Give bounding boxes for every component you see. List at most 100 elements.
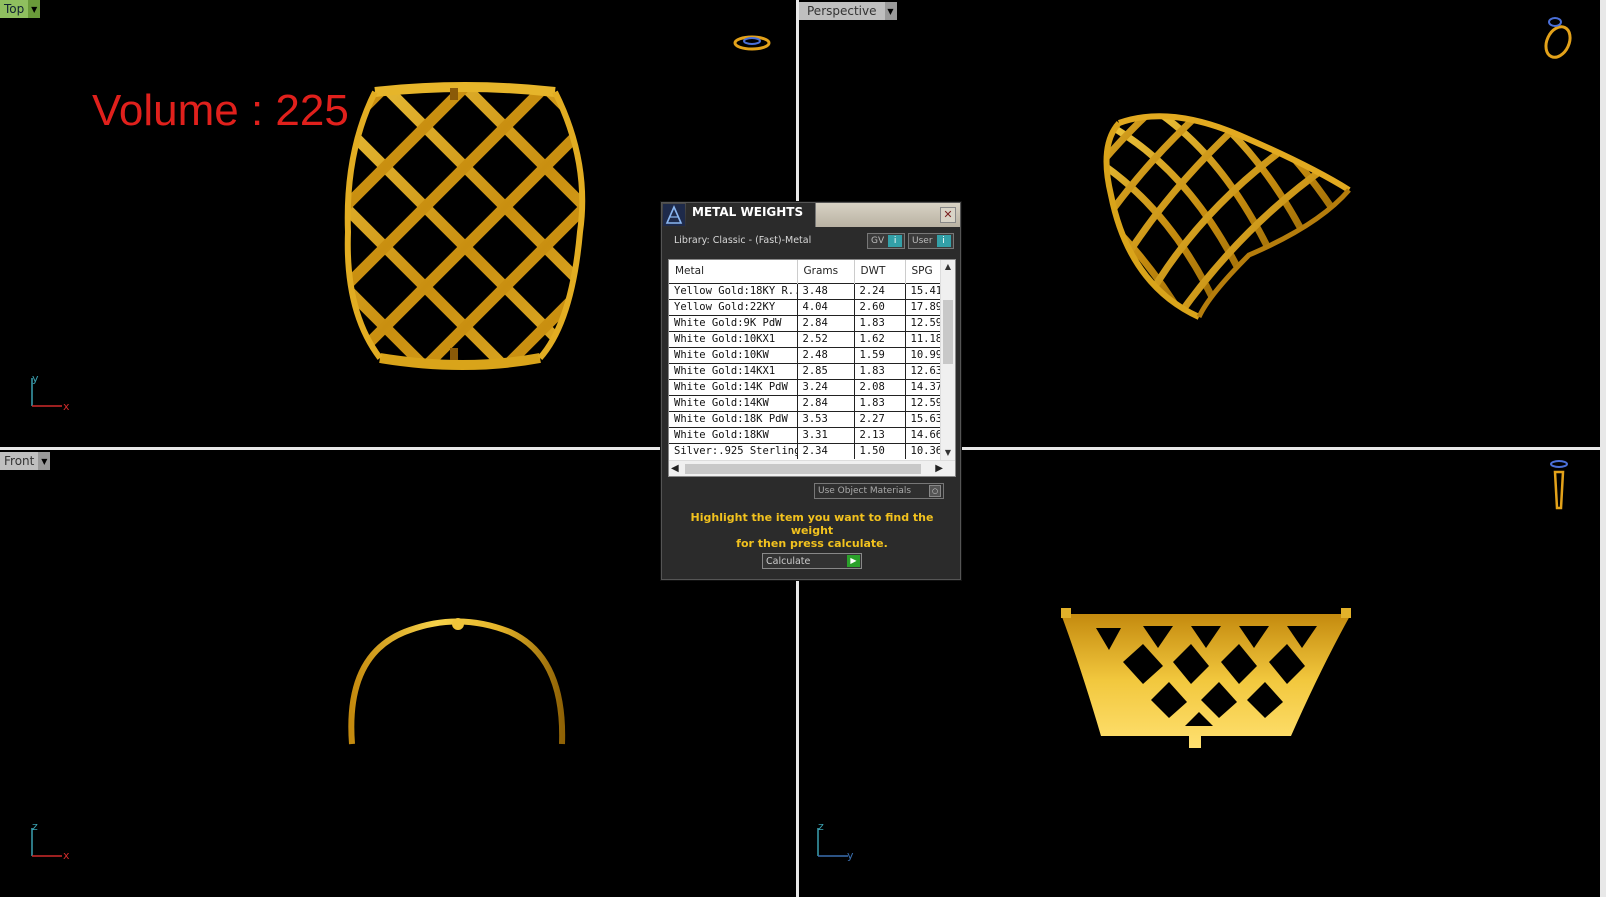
user-label: User: [912, 236, 933, 246]
app-logo-icon: [662, 203, 686, 227]
scroll-thumb[interactable]: [943, 300, 953, 364]
cell-spg: 14.66: [905, 426, 941, 443]
cell-dwt: 1.50: [854, 442, 906, 459]
column-header-dwt[interactable]: DWT: [854, 260, 906, 283]
cell-metal: White Gold:18K PdW: [669, 410, 798, 427]
table-row[interactable]: White Gold:9K PdW 2.84 1.83 12.59: [669, 314, 941, 331]
cell-grams: 3.53: [797, 410, 855, 427]
info-icon[interactable]: i: [888, 235, 903, 247]
axis-z-label: z: [818, 820, 824, 833]
table-row[interactable]: White Gold:14KX1 2.85 1.83 12.63: [669, 362, 941, 379]
ring-side-view: [1061, 608, 1351, 748]
metals-table: Metal Grams DWT SPG Yellow Gold:18KY R..…: [669, 260, 941, 459]
view-cube-ring-icon[interactable]: [1541, 14, 1575, 62]
table-row[interactable]: White Gold:14K PdW 3.24 2.08 14.37: [669, 378, 941, 395]
calculate-button[interactable]: Calculate ▶: [762, 553, 862, 569]
cell-grams: 2.84: [797, 394, 855, 411]
cad-workspace: Top ▼ Volume : 225 y x Perspective ▼ Fro…: [0, 0, 1606, 897]
cell-spg: 10.99: [905, 346, 941, 363]
cell-dwt: 1.59: [854, 346, 906, 363]
cell-grams: 2.84: [797, 314, 855, 331]
viewport-top-label-text: Top: [4, 2, 25, 16]
table-row[interactable]: White Gold:18KW 3.31 2.13 14.66: [669, 426, 941, 443]
scroll-down-icon[interactable]: ▼: [941, 446, 955, 460]
dialog-title-bar[interactable]: METAL WEIGHTS ✕: [662, 203, 960, 227]
cell-metal: White Gold:18KW: [669, 426, 798, 443]
play-icon[interactable]: ▶: [847, 555, 860, 567]
view-cube-ring-icon[interactable]: [1547, 458, 1571, 514]
scroll-right-icon[interactable]: ▶: [935, 461, 943, 477]
viewport-front-label-text: Front: [4, 454, 35, 468]
scroll-up-icon[interactable]: ▲: [941, 260, 955, 274]
cell-grams: 4.04: [797, 298, 855, 315]
cell-metal: White Gold:9K PdW: [669, 314, 798, 331]
horizontal-scrollbar[interactable]: ◀ ▶: [669, 460, 955, 476]
instruction-line-1: Highlight the item you want to find the …: [690, 511, 934, 537]
window-right-border: [1600, 0, 1606, 897]
cell-metal: Yellow Gold:22KY: [669, 298, 798, 315]
table-row[interactable]: White Gold:10KW 2.48 1.59 10.99: [669, 346, 941, 363]
table-row[interactable]: White Gold:10KX1 2.52 1.62 11.18: [669, 330, 941, 347]
cell-grams: 2.52: [797, 330, 855, 347]
ring-front-view: [348, 618, 566, 745]
gv-toggle[interactable]: GV i: [867, 233, 905, 249]
library-row: Library: Classic - (Fast)-Metal GV i Use…: [662, 227, 960, 257]
close-icon[interactable]: ✕: [940, 207, 956, 223]
library-label: Library: Classic - (Fast)-Metal: [674, 235, 812, 246]
cell-spg: 15.41: [905, 282, 941, 299]
ring-top-view: [344, 82, 586, 370]
scroll-left-icon[interactable]: ◀: [671, 461, 679, 477]
cell-dwt: 2.27: [854, 410, 906, 427]
column-header-metal[interactable]: Metal: [669, 260, 798, 283]
vertical-scrollbar[interactable]: ▲ ▼: [940, 260, 955, 460]
column-header-grams[interactable]: Grams: [797, 260, 855, 283]
cell-metal: White Gold:10KX1: [669, 330, 798, 347]
axis-y-label: y: [847, 849, 854, 862]
table-row[interactable]: White Gold:18K PdW 3.53 2.27 15.63: [669, 410, 941, 427]
cell-dwt: 1.83: [854, 362, 906, 379]
cell-spg: 12.59: [905, 314, 941, 331]
metal-weights-dialog: METAL WEIGHTS ✕ Library: Classic - (Fast…: [661, 202, 961, 580]
cell-grams: 3.24: [797, 378, 855, 395]
cell-dwt: 2.60: [854, 298, 906, 315]
table-row[interactable]: White Gold:14KW 2.84 1.83 12.59: [669, 394, 941, 411]
viewport-perspective-label-text: Perspective: [807, 4, 877, 18]
cell-metal: White Gold:14KX1: [669, 362, 798, 379]
use-object-materials-toggle[interactable]: Use Object Materials ○: [814, 483, 944, 499]
chevron-down-icon[interactable]: ▼: [28, 0, 41, 18]
viewport-top-label[interactable]: Top ▼: [0, 0, 41, 18]
cell-metal: White Gold:10KW: [669, 346, 798, 363]
cell-spg: 15.63: [905, 410, 941, 427]
viewport-perspective-label[interactable]: Perspective ▼: [799, 2, 897, 20]
ring-perspective-view: [1103, 113, 1351, 320]
instruction-text: Highlight the item you want to find the …: [672, 511, 952, 550]
cell-dwt: 2.13: [854, 426, 906, 443]
column-header-spg[interactable]: SPG: [905, 260, 941, 283]
chevron-down-icon[interactable]: ▼: [884, 2, 897, 20]
info-icon[interactable]: i: [936, 235, 951, 247]
cell-spg: 11.18: [905, 330, 941, 347]
cell-grams: 3.48: [797, 282, 855, 299]
gv-label: GV: [871, 236, 885, 246]
axis-x-label: x: [63, 400, 70, 413]
volume-readout: Volume : 225: [92, 86, 349, 135]
viewport-front-label[interactable]: Front ▼: [0, 452, 51, 470]
cell-metal: Silver:.925 Sterling: [669, 442, 798, 459]
scroll-thumb[interactable]: [685, 464, 921, 474]
table-row[interactable]: Yellow Gold:18KY R... 3.48 2.24 15.41: [669, 282, 941, 299]
user-toggle[interactable]: User i: [908, 233, 954, 249]
cell-metal: Yellow Gold:18KY R...: [669, 282, 798, 299]
metals-table-container: Metal Grams DWT SPG Yellow Gold:18KY R..…: [668, 259, 956, 477]
table-row[interactable]: Yellow Gold:22KY 4.04 2.60 17.89: [669, 298, 941, 315]
metals-table-viewport[interactable]: Metal Grams DWT SPG Yellow Gold:18KY R..…: [669, 260, 941, 460]
chevron-down-icon[interactable]: ▼: [38, 452, 51, 470]
cell-dwt: 1.83: [854, 314, 906, 331]
cell-metal: White Gold:14K PdW: [669, 378, 798, 395]
checkbox-icon[interactable]: ○: [929, 485, 941, 497]
cell-spg: 12.59: [905, 394, 941, 411]
cell-dwt: 1.62: [854, 330, 906, 347]
instruction-line-2: for then press calculate.: [736, 537, 888, 550]
cell-dwt: 2.08: [854, 378, 906, 395]
table-row[interactable]: Silver:.925 Sterling 2.34 1.50 10.36: [669, 442, 941, 459]
view-cube-ring-icon[interactable]: [732, 32, 772, 54]
